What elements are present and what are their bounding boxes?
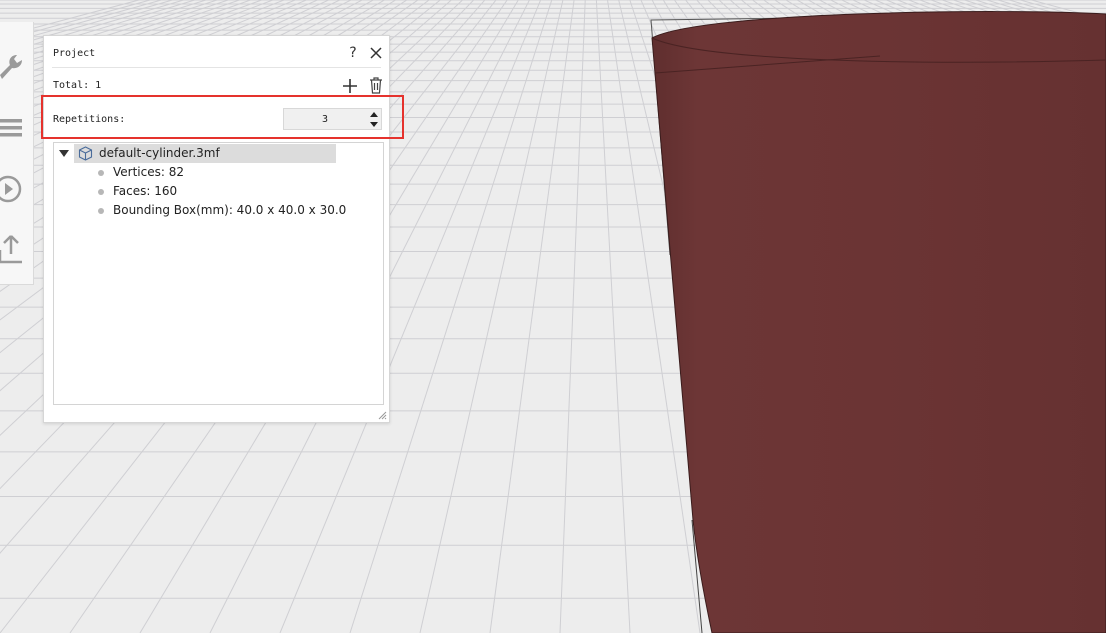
tools-button[interactable] xyxy=(0,44,33,92)
cylinder-model[interactable] xyxy=(651,11,1106,633)
spin-down-icon[interactable] xyxy=(368,120,380,129)
panel-title: Project xyxy=(53,48,96,59)
trash-icon[interactable] xyxy=(369,77,383,94)
tree-item-label: Faces: 160 xyxy=(113,184,178,198)
repetitions-label: Repetitions: xyxy=(53,114,126,125)
title-divider xyxy=(52,67,381,68)
repetitions-input[interactable] xyxy=(284,109,366,129)
tree-root-item[interactable]: default-cylinder.3mf xyxy=(74,144,336,163)
resize-grip-icon[interactable] xyxy=(378,411,387,420)
total-label: Total: 1 xyxy=(53,80,102,91)
menu-button[interactable] xyxy=(0,104,33,152)
close-icon[interactable] xyxy=(368,45,384,61)
plus-icon[interactable] xyxy=(342,78,358,94)
tree-item-label: Vertices: 82 xyxy=(113,165,184,179)
bullet-icon xyxy=(98,170,104,176)
play-button[interactable] xyxy=(0,165,33,213)
left-toolbar xyxy=(0,22,34,285)
export-button[interactable] xyxy=(0,225,33,273)
play-icon xyxy=(0,175,22,203)
expand-triangle-icon[interactable] xyxy=(59,150,69,158)
bullet-icon xyxy=(98,189,104,195)
help-button[interactable]: ? xyxy=(346,44,360,62)
tree-item-label: Bounding Box(mm): 40.0 x 40.0 x 30.0 xyxy=(113,203,347,217)
bullet-icon xyxy=(98,208,104,214)
help-icon: ? xyxy=(349,45,357,61)
wrench-icon xyxy=(0,55,22,79)
model-tree: default-cylinder.3mf Vertices: 82 Faces:… xyxy=(53,142,384,405)
upload-icon xyxy=(0,235,22,264)
repetitions-stepper[interactable] xyxy=(283,108,382,130)
spin-up-icon[interactable] xyxy=(368,110,380,119)
project-panel: Project ? Total: 1 Repetitions: default-… xyxy=(43,35,390,423)
menu-icon xyxy=(0,119,22,137)
cube-icon xyxy=(78,146,93,161)
tree-root-label: default-cylinder.3mf xyxy=(99,146,220,160)
repetitions-row: Repetitions: xyxy=(44,104,389,136)
